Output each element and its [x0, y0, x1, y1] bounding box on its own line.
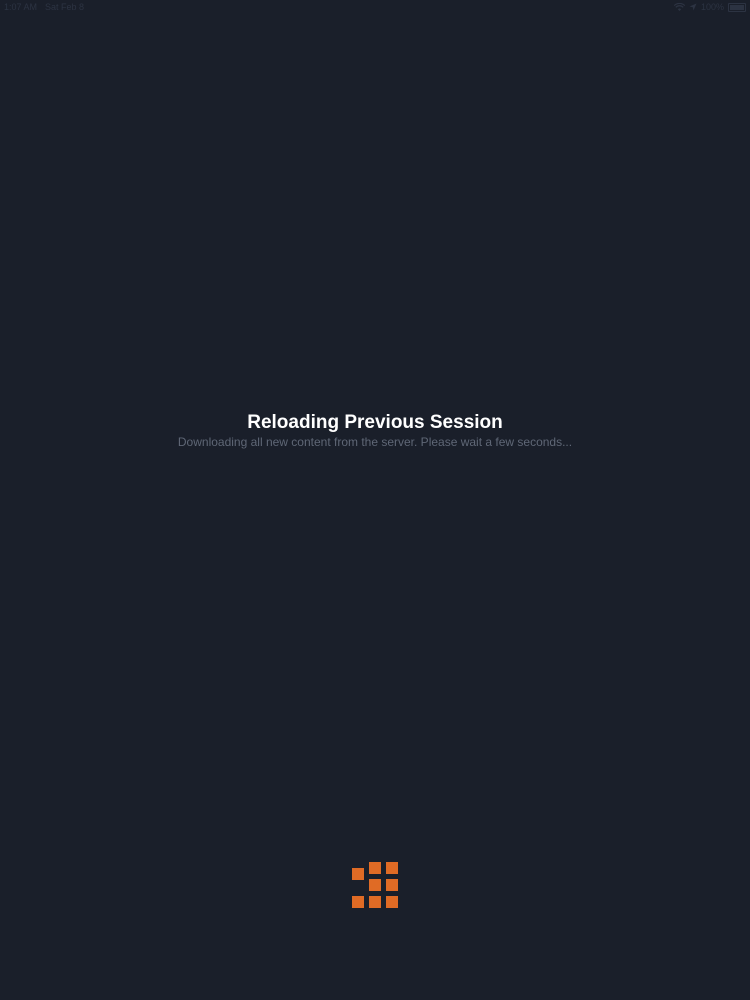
loading-grid-icon: [351, 862, 401, 912]
loader-square: [369, 862, 381, 874]
loader-square: [386, 879, 398, 891]
loading-screen: { "status_bar": { "time": "1:07 AM", "da…: [0, 0, 750, 1000]
status-time: 1:07 AM: [4, 2, 38, 12]
loading-message: Reloading Previous Session Downloading a…: [0, 411, 750, 450]
battery-level: [730, 4, 744, 10]
status-right: 100%: [673, 0, 746, 14]
battery-percent: 100%: [700, 2, 724, 12]
status-bar: 1:07 AM Sat Feb 8 100%: [0, 0, 750, 16]
status-date: Sat Feb 8: [45, 2, 85, 12]
loader-square: [352, 896, 364, 908]
loader-square: [386, 896, 398, 908]
loader-square: [369, 896, 381, 908]
location-arrow-icon: [689, 3, 697, 11]
battery-icon: [728, 2, 746, 12]
loader-square: [386, 862, 398, 874]
status-left: 1:07 AM Sat Feb 8: [4, 0, 84, 14]
wifi-icon: [673, 2, 685, 11]
loading-subtitle: Downloading all new content from the ser…: [177, 435, 573, 449]
loading-title: Reloading Previous Session: [247, 412, 503, 433]
loader-square: [352, 868, 364, 880]
loader-square: [369, 879, 381, 891]
